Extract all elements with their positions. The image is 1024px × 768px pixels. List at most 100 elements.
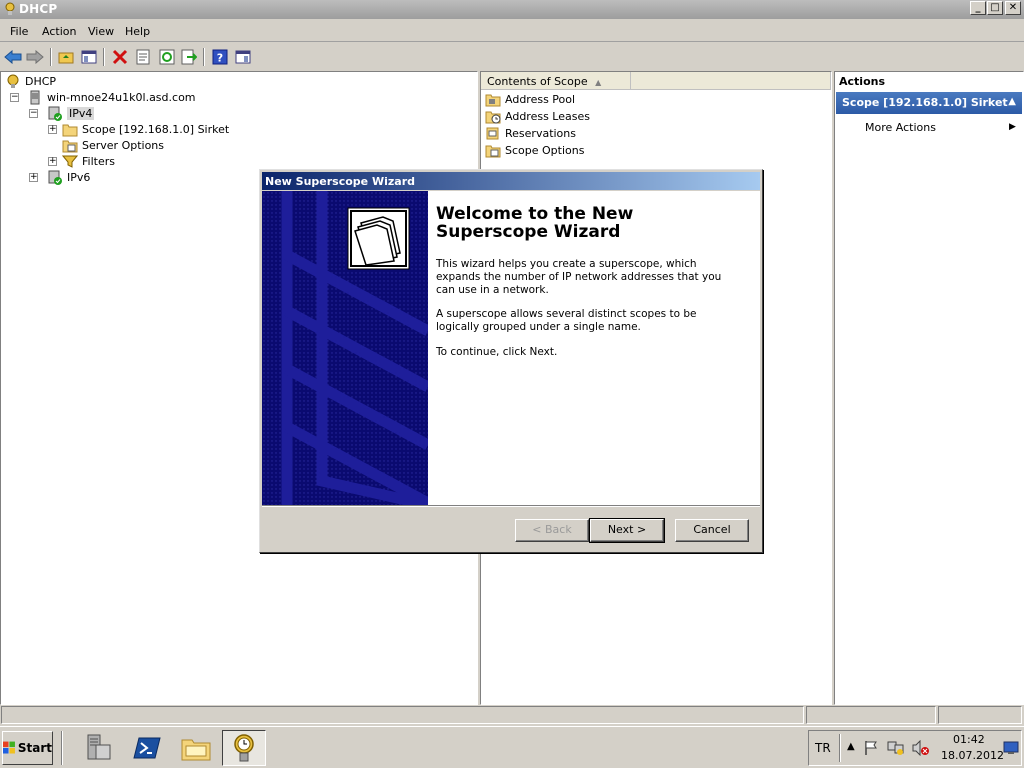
clock-time[interactable]: 01:42 — [953, 733, 985, 746]
show-hidden-icons-icon[interactable]: ▲ — [847, 741, 855, 752]
minimize-button[interactable]: _ — [970, 1, 986, 15]
more-actions-item[interactable]: More Actions — [865, 121, 936, 134]
taskbar-separator — [61, 731, 63, 765]
language-indicator[interactable]: TR — [815, 741, 831, 755]
reservations-icon — [486, 127, 499, 140]
properties-icon[interactable] — [133, 47, 153, 67]
actions-title: Actions — [839, 75, 885, 88]
actions-section-label: Scope [192.168.1.0] Sirket — [842, 96, 1008, 109]
column-header-contents[interactable]: Contents of Scope ▲ — [481, 72, 631, 90]
flag-icon[interactable] — [863, 740, 879, 756]
explorer-icon[interactable] — [174, 730, 218, 766]
refresh-icon[interactable] — [157, 47, 177, 67]
close-button[interactable]: ✕ — [1005, 1, 1021, 15]
dhcp-taskbar-button[interactable] — [222, 730, 266, 766]
expand-toggle[interactable]: + — [29, 173, 38, 182]
cancel-button[interactable]: Cancel — [675, 519, 749, 542]
tree-label: Server Options — [82, 139, 165, 152]
system-tray: TR ▲ 01:42 18.07.2012 — [808, 730, 1022, 766]
list-item-reservations[interactable]: Reservations — [485, 126, 576, 141]
sort-ascending-icon: ▲ — [595, 78, 602, 87]
collapse-up-icon: ▲ — [1008, 96, 1016, 107]
filter-icon — [62, 155, 78, 168]
dialog-title-bar[interactable]: New Superscope Wizard — [262, 172, 760, 190]
menu-action[interactable]: Action — [42, 25, 76, 38]
window-title: DHCP — [19, 2, 58, 16]
expand-toggle[interactable]: + — [48, 125, 57, 134]
wizard-paragraph-2: A superscope allows several distinct sco… — [436, 308, 697, 333]
tree-item-dhcp[interactable]: DHCP — [5, 74, 56, 89]
status-segment — [806, 706, 936, 724]
more-actions-label: More Actions — [865, 121, 936, 134]
menu-bar: File Action View Help — [0, 21, 1024, 42]
ipv6-icon — [48, 170, 62, 185]
delete-icon[interactable] — [110, 47, 130, 67]
clock-date[interactable]: 18.07.2012 — [941, 749, 1004, 762]
show-hide-tree-icon[interactable] — [79, 47, 99, 67]
collapse-toggle[interactable]: − — [10, 93, 19, 102]
tree-item-ipv6[interactable]: IPv6 — [47, 170, 90, 185]
next-button[interactable]: Next > — [589, 518, 665, 543]
tree-label: DHCP — [25, 75, 57, 88]
actions-section-header[interactable]: Scope [192.168.1.0] Sirket ▲ — [836, 92, 1022, 114]
network-icon[interactable] — [887, 740, 905, 756]
list-item-label: Address Leases — [505, 110, 590, 123]
help-icon[interactable]: ? — [210, 47, 230, 67]
menu-file[interactable]: File — [10, 25, 28, 38]
list-item-label: Address Pool — [505, 93, 576, 106]
list-item-address-leases[interactable]: Address Leases — [485, 109, 590, 124]
show-action-pane-icon[interactable] — [233, 47, 253, 67]
tree-label: win-mnoe24u1k0l.asd.com — [47, 91, 196, 104]
start-label: Start — [17, 741, 52, 755]
tree-item-server-options[interactable]: Server Options — [62, 138, 164, 153]
collapse-toggle[interactable]: − — [29, 109, 38, 118]
folder-icon — [62, 124, 78, 137]
powershell-icon[interactable] — [125, 730, 169, 766]
tree-label: IPv4 — [67, 107, 95, 120]
wizard-banner — [262, 191, 428, 505]
menu-help[interactable]: Help — [125, 25, 150, 38]
column-header-label: Contents of Scope — [487, 75, 588, 88]
tree-item-filters[interactable]: Filters — [62, 154, 115, 169]
status-segment — [1, 706, 804, 724]
dialog-separator — [262, 505, 760, 507]
new-superscope-wizard-dialog: New Superscope Wizard Welcome to the New… — [259, 169, 763, 553]
volume-muted-icon[interactable] — [911, 740, 929, 756]
list-item-label: Reservations — [505, 127, 576, 140]
server-manager-icon[interactable] — [75, 730, 119, 766]
dialog-title: New Superscope Wizard — [265, 175, 415, 188]
back-button[interactable]: < Back — [515, 519, 589, 542]
tree-item-server[interactable]: win-mnoe24u1k0l.asd.com — [27, 90, 196, 105]
dhcp-icon — [7, 74, 19, 88]
up-folder-icon[interactable] — [56, 47, 76, 67]
wizard-paragraph-1: This wizard helps you create a superscop… — [436, 258, 722, 296]
expand-toggle[interactable]: + — [48, 157, 57, 166]
windows-logo-icon — [3, 741, 15, 754]
ipv4-icon — [48, 106, 62, 121]
tree-label: Filters — [82, 155, 115, 168]
status-segment — [938, 706, 1022, 724]
status-bar — [0, 706, 1024, 726]
list-item-scope-options[interactable]: Scope Options — [485, 143, 584, 158]
list-item-label: Scope Options — [505, 144, 585, 157]
tree-item-ipv4[interactable]: IPv4 — [47, 106, 95, 121]
tree-label: Scope [192.168.1.0] Sirket — [82, 123, 230, 136]
export-list-icon[interactable] — [179, 47, 199, 67]
start-button[interactable]: Start — [2, 731, 53, 765]
server-options-icon — [62, 140, 78, 153]
show-desktop-icon[interactable] — [1003, 740, 1019, 756]
address-pool-icon — [485, 94, 501, 107]
dhcp-icon — [5, 2, 15, 15]
submenu-arrow-icon: ▶ — [1009, 122, 1016, 132]
scope-options-icon — [485, 145, 501, 158]
list-item-address-pool[interactable]: Address Pool — [485, 92, 575, 107]
maximize-button[interactable]: □ — [987, 1, 1003, 15]
menu-view[interactable]: View — [88, 25, 114, 38]
column-header-empty[interactable] — [631, 72, 831, 90]
address-leases-icon — [485, 111, 501, 124]
back-icon[interactable] — [3, 47, 23, 67]
toolbar-separator — [50, 48, 52, 66]
forward-icon[interactable] — [25, 47, 45, 67]
svg-text:?: ? — [217, 52, 223, 65]
tree-item-scope[interactable]: Scope [192.168.1.0] Sirket — [62, 122, 229, 137]
